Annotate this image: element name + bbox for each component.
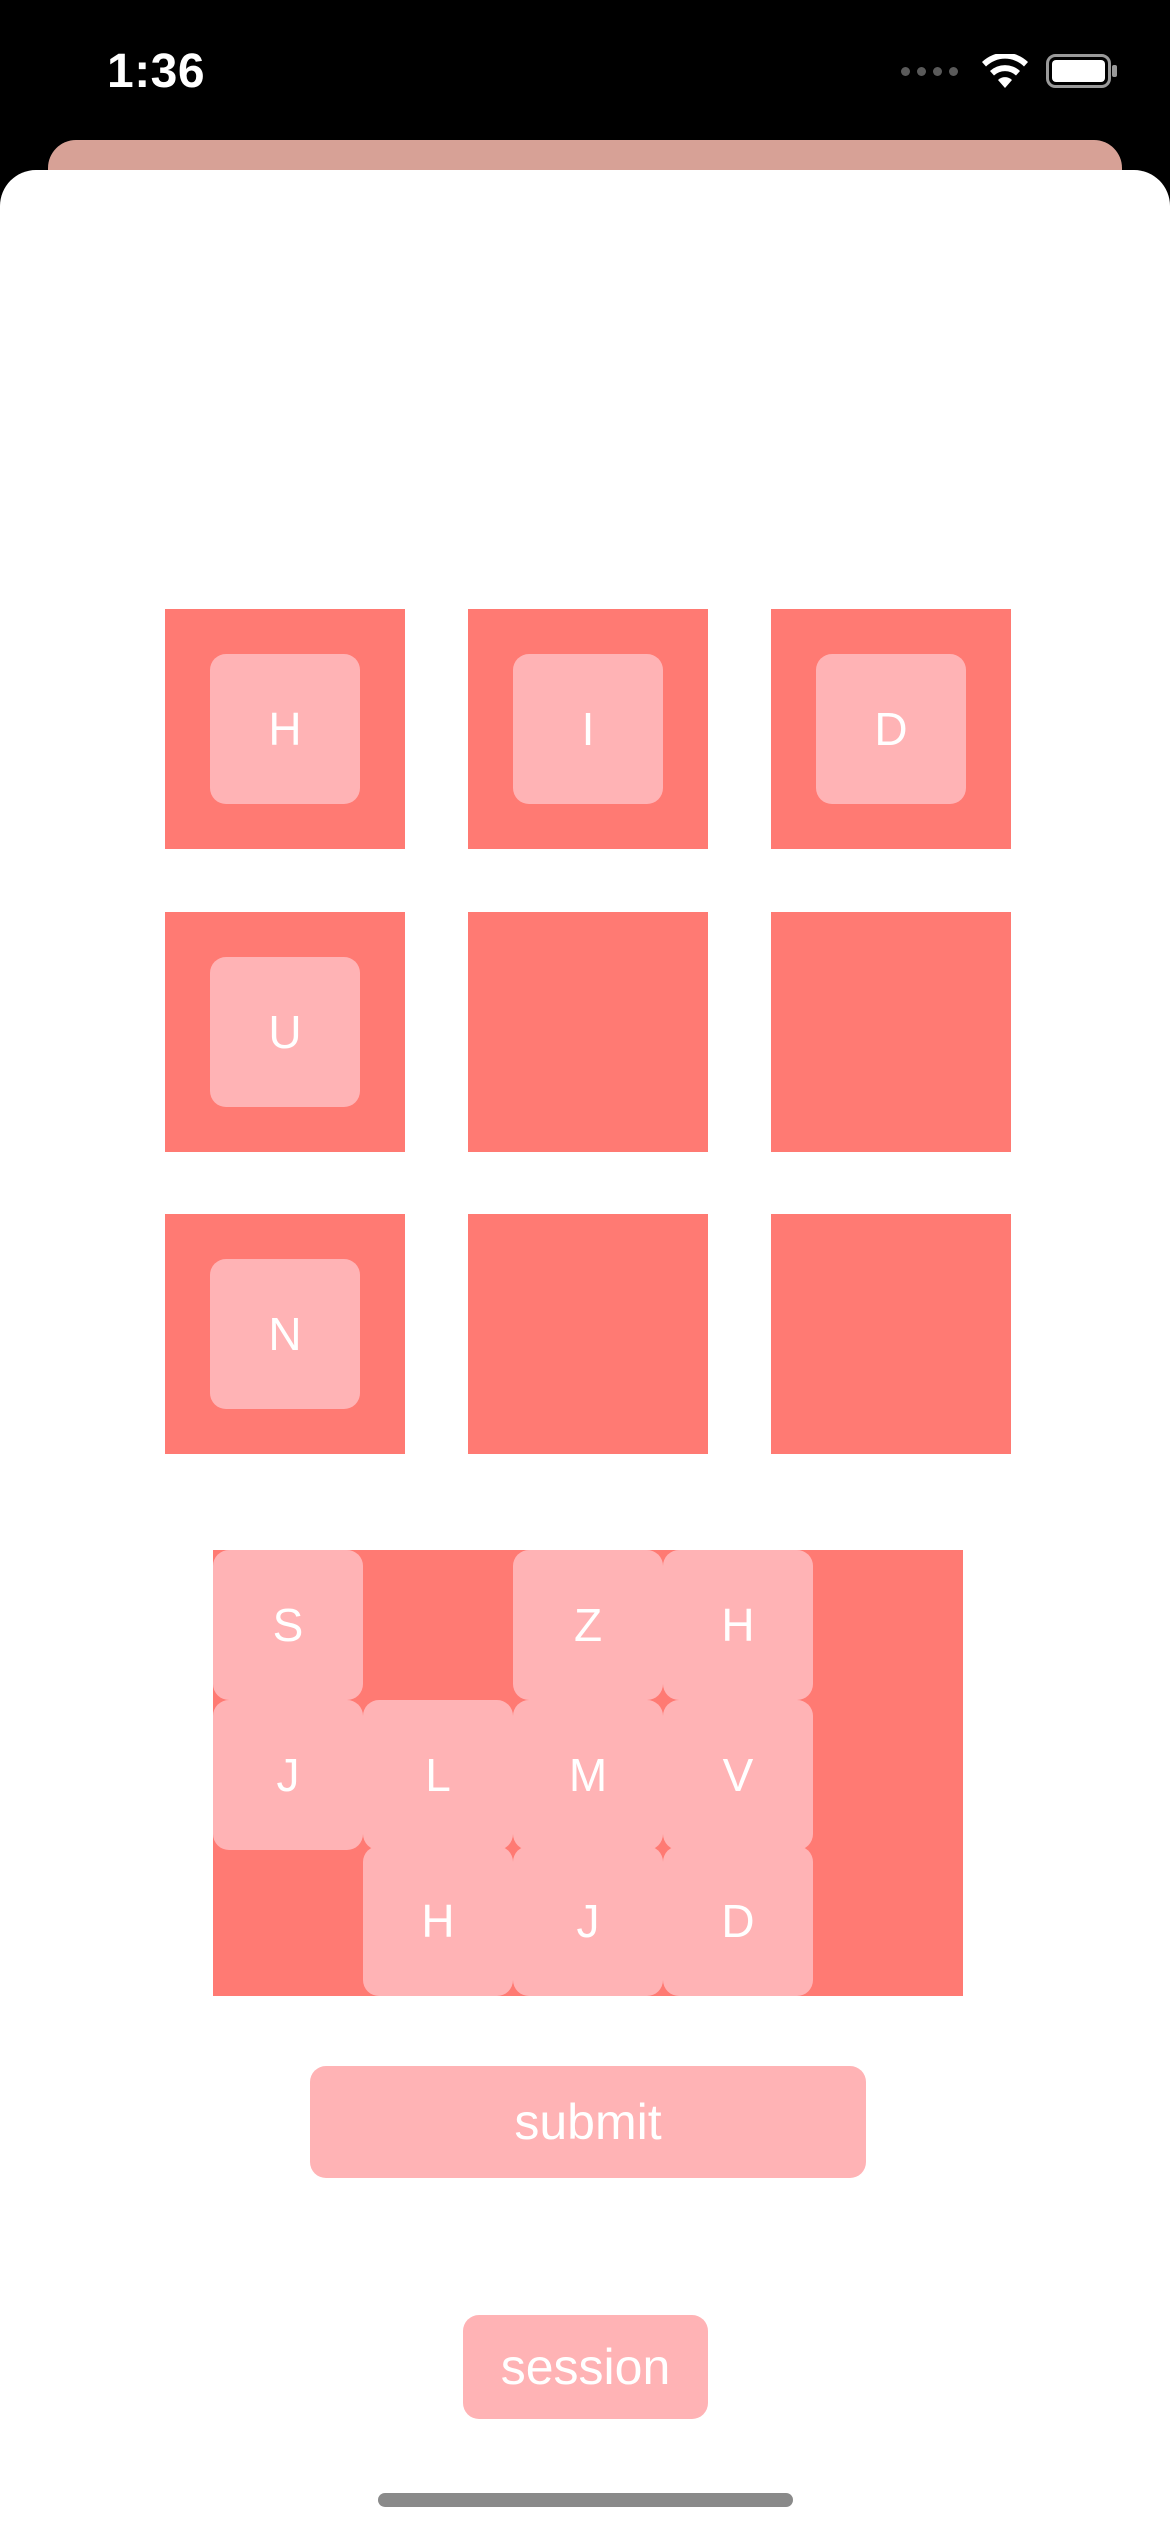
placed-letter-tile[interactable]: D <box>816 654 966 804</box>
cellular-signal-icon <box>901 66 958 76</box>
letter-bank-tile[interactable]: D <box>663 1846 813 1996</box>
home-indicator[interactable] <box>378 2493 793 2507</box>
letter-bank-tile[interactable]: H <box>363 1846 513 1996</box>
placed-letter-tile[interactable]: U <box>210 957 360 1107</box>
placed-letter-tile[interactable]: N <box>210 1259 360 1409</box>
grid-cell[interactable]: I <box>468 609 708 849</box>
battery-icon <box>1046 54 1118 88</box>
letter-bank-tile[interactable]: J <box>513 1846 663 1996</box>
session-button[interactable]: session <box>463 2315 708 2419</box>
placed-letter-tile[interactable]: H <box>210 654 360 804</box>
grid-cell-empty[interactable] <box>468 912 708 1152</box>
letter-bank-tile[interactable]: V <box>663 1700 813 1850</box>
letter-bank-tile[interactable]: L <box>363 1700 513 1850</box>
screen: 1:36 H I D U N S Z H J L M V H J D submi… <box>0 0 1170 2532</box>
wifi-icon <box>982 54 1028 88</box>
grid-cell-empty[interactable] <box>468 1214 708 1454</box>
placed-letter-tile[interactable]: I <box>513 654 663 804</box>
letter-bank-tile[interactable]: M <box>513 1700 663 1850</box>
grid-cell[interactable]: U <box>165 912 405 1152</box>
grid-cell[interactable]: D <box>771 609 1011 849</box>
letter-bank-tile[interactable]: J <box>213 1700 363 1850</box>
status-icons <box>901 54 1118 88</box>
letter-bank-tile[interactable]: H <box>663 1550 813 1700</box>
grid-cell[interactable]: N <box>165 1214 405 1454</box>
status-time: 1:36 <box>107 45 206 98</box>
letter-bank-tile[interactable]: Z <box>513 1550 663 1700</box>
grid-cell[interactable]: H <box>165 609 405 849</box>
submit-button[interactable]: submit <box>310 2066 866 2178</box>
grid-cell-empty[interactable] <box>771 1214 1011 1454</box>
letter-bank-tile[interactable]: S <box>213 1550 363 1700</box>
letter-bank: S Z H J L M V H J D <box>213 1550 963 1996</box>
grid-cell-empty[interactable] <box>771 912 1011 1152</box>
